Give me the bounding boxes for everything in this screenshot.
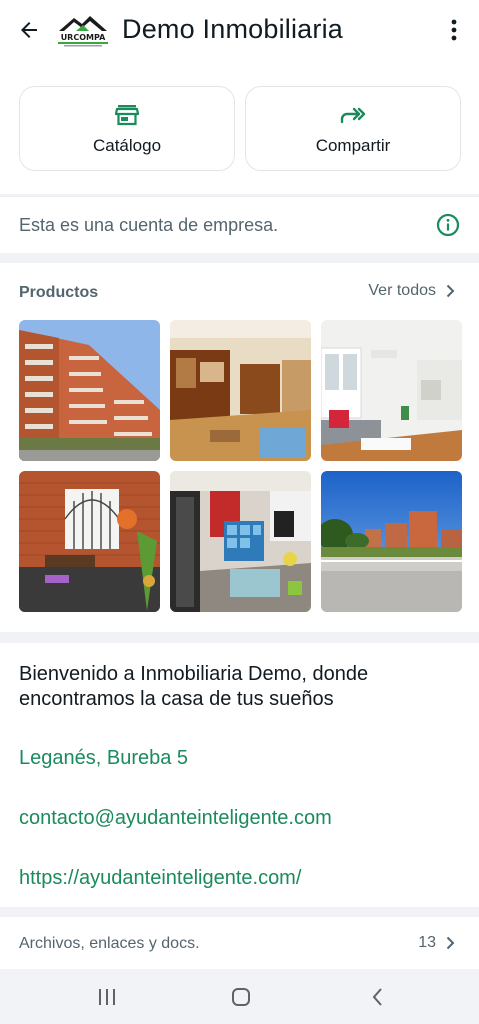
business-bio: Bienvenido a Inmobiliaria Demo, donde en…: [19, 663, 369, 710]
website-link[interactable]: https://ayudanteinteligente.com/: [19, 867, 301, 890]
media-links-docs-row[interactable]: Archivos, enlaces y docs. 13: [0, 917, 479, 969]
products-section: Productos Ver todos: [0, 263, 479, 632]
apartment-building-photo: [19, 320, 160, 461]
chevron-right-icon: [446, 284, 455, 298]
system-back-button[interactable]: [362, 983, 392, 1011]
products-title: Productos: [19, 284, 99, 301]
more-options-button[interactable]: [441, 16, 467, 44]
see-all-products-link[interactable]: Ver todos: [368, 282, 455, 300]
product-thumbnail[interactable]: [321, 471, 462, 612]
share-button[interactable]: Compartir: [245, 86, 461, 171]
storefront-icon: [115, 104, 139, 125]
catalog-label: Catálogo: [92, 135, 162, 155]
product-thumbnail[interactable]: [170, 320, 311, 461]
street-buildings-photo: [321, 471, 462, 612]
catalog-button[interactable]: Catálogo: [19, 86, 235, 171]
info-icon: [436, 213, 460, 237]
brick-patio-photo: [19, 471, 160, 612]
action-buttons: Catálogo Compartir: [0, 62, 479, 194]
back-chevron-icon: [372, 988, 382, 1006]
business-description-section: Bienvenido a Inmobiliaria Demo, donde en…: [0, 643, 479, 907]
recent-apps-button[interactable]: [92, 983, 122, 1011]
address-link[interactable]: Leganés, Bureba 5: [19, 747, 188, 770]
product-thumbnail[interactable]: [321, 320, 462, 461]
see-all-label: Ver todos: [368, 282, 436, 299]
recent-apps-icon: [99, 989, 115, 1005]
business-name: Demo Inmobiliaria: [122, 14, 343, 44]
more-vertical-icon: [451, 19, 457, 41]
product-thumbnail[interactable]: [19, 471, 160, 612]
business-profile-screen: URCOMPA Demo Inmobiliaria Catálogo Compa…: [0, 0, 479, 1024]
product-thumbnail[interactable]: [19, 320, 160, 461]
system-navigation-bar: [0, 969, 479, 1024]
studio-room-photo: [170, 471, 311, 612]
svg-text:URCOMPA: URCOMPA: [61, 33, 106, 42]
business-account-notice[interactable]: Esta es una cuenta de empresa.: [0, 196, 479, 253]
app-header: URCOMPA Demo Inmobiliaria: [0, 0, 479, 62]
arrow-left-icon: [21, 22, 37, 38]
product-thumbnail[interactable]: [170, 471, 311, 612]
chevron-right-icon: [446, 936, 455, 950]
business-logo[interactable]: URCOMPA: [56, 11, 110, 49]
info-button[interactable]: [436, 213, 460, 242]
media-count: 13: [418, 934, 436, 951]
home-icon: [232, 988, 250, 1006]
share-label: Compartir: [315, 135, 391, 155]
email-link[interactable]: contacto@ayudanteinteligente.com: [19, 807, 332, 830]
media-links-docs-label: Archivos, enlaces y docs.: [19, 935, 200, 952]
home-button[interactable]: [226, 983, 256, 1011]
back-button[interactable]: [14, 15, 44, 45]
white-living-room-photo: [321, 320, 462, 461]
forward-share-icon: [340, 107, 366, 123]
business-account-text: Esta es una cuenta de empresa.: [19, 215, 279, 235]
living-room-photo: [170, 320, 311, 461]
